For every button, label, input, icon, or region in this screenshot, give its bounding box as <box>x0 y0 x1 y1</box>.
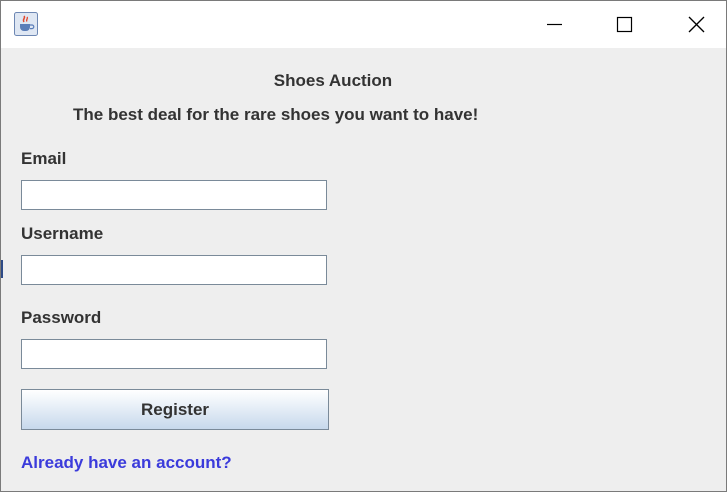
username-field[interactable] <box>21 255 327 285</box>
email-field[interactable] <box>21 180 327 210</box>
login-link[interactable]: Already have an account? <box>21 453 232 473</box>
maximize-icon <box>616 16 633 33</box>
page-tagline: The best deal for the rare shoes you wan… <box>73 105 479 124</box>
close-button[interactable] <box>673 1 719 48</box>
email-label: Email <box>21 149 67 168</box>
close-icon <box>688 16 705 33</box>
minimize-icon <box>547 23 562 26</box>
minimize-button[interactable] <box>533 1 579 48</box>
username-label: Username <box>21 224 104 243</box>
title-bar[interactable] <box>1 1 726 48</box>
maximize-button[interactable] <box>601 1 647 48</box>
page-title: Shoes Auction <box>273 71 393 90</box>
registration-panel: Shoes Auction The best deal for the rare… <box>1 48 726 491</box>
java-cup-icon[interactable] <box>14 12 38 36</box>
window-edge-marker <box>1 260 3 278</box>
password-label: Password <box>21 308 102 327</box>
app-window: Shoes Auction The best deal for the rare… <box>0 0 727 492</box>
password-field[interactable] <box>21 339 327 369</box>
register-button[interactable]: Register <box>21 389 329 430</box>
